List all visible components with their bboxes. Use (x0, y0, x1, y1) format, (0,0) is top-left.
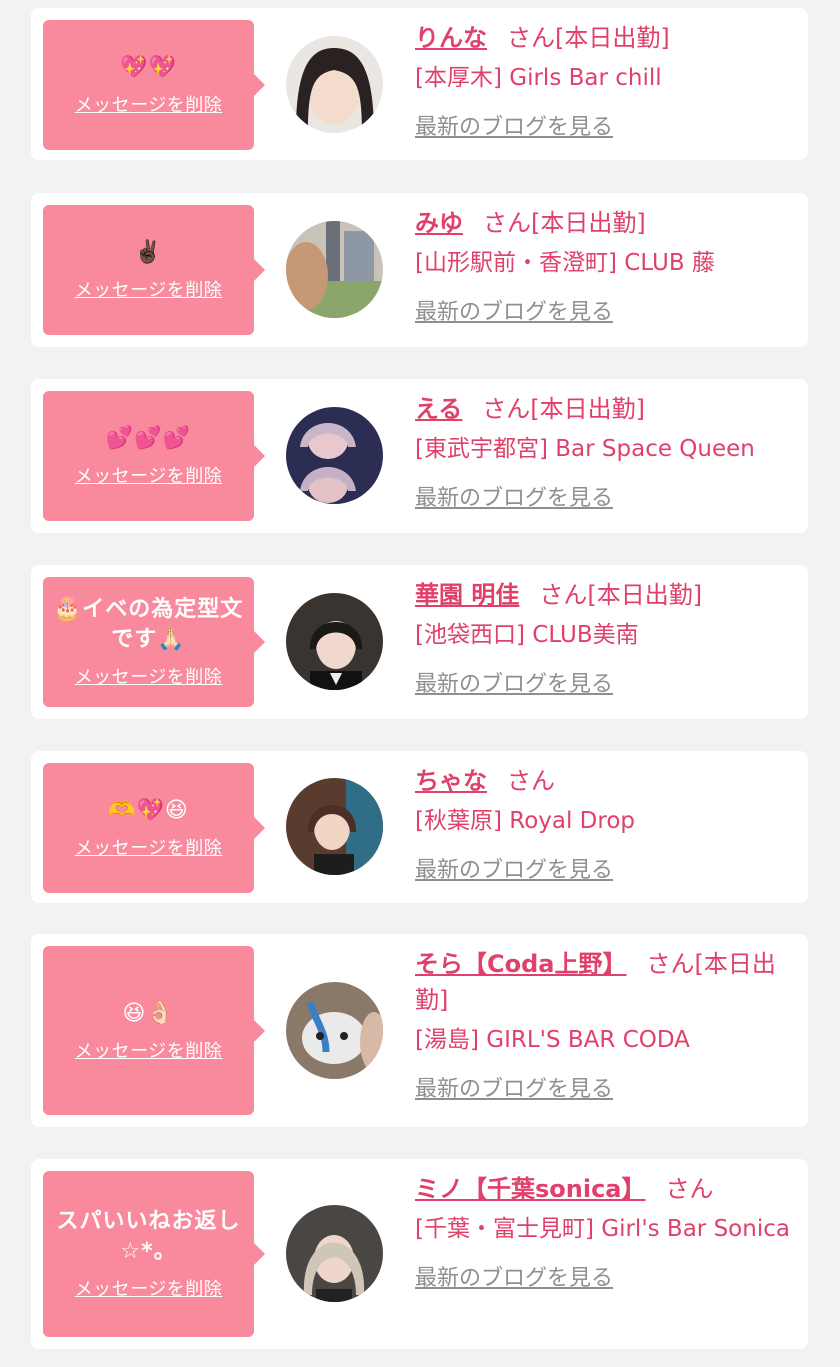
avatar[interactable] (286, 778, 383, 875)
message-bubble: スパいいねお返し☆*。 メッセージを削除 (43, 1171, 265, 1337)
message-bubble: 🎂イベの為定型文です🙏🏻 メッセージを削除 (43, 577, 265, 707)
avatar[interactable] (286, 593, 383, 690)
message-card: 🎂イベの為定型文です🙏🏻 メッセージを削除 華園 明佳 さん[本日出勤] [池袋西… (31, 565, 808, 719)
delete-message-link[interactable]: メッセージを削除 (75, 834, 223, 860)
message-card: スパいいねお返し☆*。 メッセージを削除 ミノ【千葉sonica】 さん [千葉・… (31, 1159, 808, 1349)
message-text: スパいいねお返し☆*。 (56, 1209, 241, 1264)
latest-blog-link[interactable]: 最新のブログを見る (415, 109, 613, 141)
shop-label: [湯島] GIRL'S BAR CODA (415, 1027, 690, 1053)
cast-info: える さん[本日出勤] [東武宇都宮] Bar Space Queen 最新のブロ… (415, 391, 790, 512)
delete-message-link[interactable]: メッセージを削除 (75, 663, 223, 689)
message-list: 💖💖 メッセージを削除 りんな さん[本日出勤] [本厚木] Girls Bar … (0, 0, 840, 1367)
cast-name-link[interactable]: そら【Coda上野】 (415, 950, 626, 978)
cast-status: さん[本日出勤] (507, 24, 670, 52)
name-line: そら【Coda上野】 さん[本日出勤] (415, 946, 790, 1018)
cast-name-link[interactable]: りんな (415, 24, 487, 52)
latest-blog-link[interactable]: 最新のブログを見る (415, 852, 613, 884)
latest-blog-link[interactable]: 最新のブログを見る (415, 1260, 613, 1292)
message-text: 💕💕💕 (105, 426, 192, 451)
avatar[interactable] (286, 407, 383, 504)
name-line: みゆ さん[本日出勤] (415, 205, 790, 241)
name-line: ミノ【千葉sonica】 さん (415, 1171, 790, 1207)
cast-status: さん[本日出勤] (539, 581, 703, 609)
shop-label: [池袋西口] CLUB美南 (415, 622, 639, 648)
latest-blog-link[interactable]: 最新のブログを見る (415, 480, 613, 512)
cast-status: さん[本日出勤] (483, 209, 646, 237)
cast-info: みゆ さん[本日出勤] [山形駅前・香澄町] CLUB 藤 最新のブログを見る (415, 205, 790, 326)
name-line: りんな さん[本日出勤] (415, 20, 790, 56)
message-text: 😆👌🏻 (122, 1000, 175, 1026)
cast-status: さん[本日出勤] (482, 395, 646, 423)
shop-label: [千葉・富士見町] Girl's Bar Sonica (415, 1216, 790, 1242)
delete-message-link[interactable]: メッセージを削除 (75, 276, 223, 302)
cast-status: さん (507, 767, 555, 795)
message-text: 🫶💖😆 (108, 798, 189, 823)
name-line: える さん[本日出勤] (415, 391, 790, 427)
message-text: ✌🏿 (134, 240, 163, 265)
message-card: ✌🏿 メッセージを削除 みゆ さん[本日出勤] [山形駅前・香澄町] CLUB 藤… (31, 193, 808, 347)
cast-name-link[interactable]: 華園 明佳 (415, 581, 519, 609)
cast-info: りんな さん[本日出勤] [本厚木] Girls Bar chill 最新のブログ… (415, 20, 790, 141)
message-card: 🫶💖😆 メッセージを削除 ちゃな さん [秋葉原] Royal Drop 最新のブ… (31, 751, 808, 903)
avatar[interactable] (286, 1205, 383, 1302)
avatar[interactable] (286, 36, 383, 133)
cast-info: ちゃな さん [秋葉原] Royal Drop 最新のブログを見る (415, 763, 790, 884)
latest-blog-link[interactable]: 最新のブログを見る (415, 294, 613, 326)
cast-name-link[interactable]: える (415, 395, 462, 423)
delete-message-link[interactable]: メッセージを削除 (75, 462, 223, 488)
name-line: ちゃな さん (415, 763, 790, 799)
message-bubble: ✌🏿 メッセージを削除 (43, 205, 265, 335)
message-card: 💕💕💕 メッセージを削除 える さん[本日出勤] [東武宇都宮] Bar Spac… (31, 379, 808, 533)
cast-name-link[interactable]: ちゃな (415, 767, 487, 795)
message-text: 💖💖 (120, 55, 177, 80)
message-bubble: 🫶💖😆 メッセージを削除 (43, 763, 265, 893)
name-line: 華園 明佳 さん[本日出勤] (415, 577, 790, 613)
shop-label: [山形駅前・香澄町] CLUB 藤 (415, 250, 715, 276)
avatar[interactable] (286, 982, 383, 1079)
message-card: 💖💖 メッセージを削除 りんな さん[本日出勤] [本厚木] Girls Bar … (31, 8, 808, 160)
message-card: 😆👌🏻 メッセージを削除 そら【Coda上野】 さん[本日出勤] [湯島] GIR… (31, 934, 808, 1127)
delete-message-link[interactable]: メッセージを削除 (75, 1037, 223, 1063)
cast-info: そら【Coda上野】 さん[本日出勤] [湯島] GIRL'S BAR CODA … (415, 946, 790, 1103)
avatar[interactable] (286, 221, 383, 318)
delete-message-link[interactable]: メッセージを削除 (75, 1275, 223, 1301)
cast-name-link[interactable]: みゆ (415, 209, 463, 237)
shop-label: [本厚木] Girls Bar chill (415, 65, 662, 91)
latest-blog-link[interactable]: 最新のブログを見る (415, 1071, 613, 1103)
cast-name-link[interactable]: ミノ【千葉sonica】 (415, 1175, 646, 1203)
cast-info: 華園 明佳 さん[本日出勤] [池袋西口] CLUB美南 最新のブログを見る (415, 577, 790, 698)
cast-status: さん (665, 1175, 714, 1203)
message-bubble: 💕💕💕 メッセージを削除 (43, 391, 265, 521)
shop-label: [東武宇都宮] Bar Space Queen (415, 436, 755, 462)
delete-message-link[interactable]: メッセージを削除 (75, 91, 223, 117)
message-text: 🎂イベの為定型文です🙏🏻 (53, 597, 244, 652)
message-bubble: 💖💖 メッセージを削除 (43, 20, 265, 150)
latest-blog-link[interactable]: 最新のブログを見る (415, 666, 613, 698)
shop-label: [秋葉原] Royal Drop (415, 808, 636, 834)
cast-info: ミノ【千葉sonica】 さん [千葉・富士見町] Girl's Bar Soni… (415, 1171, 790, 1292)
message-bubble: 😆👌🏻 メッセージを削除 (43, 946, 265, 1115)
